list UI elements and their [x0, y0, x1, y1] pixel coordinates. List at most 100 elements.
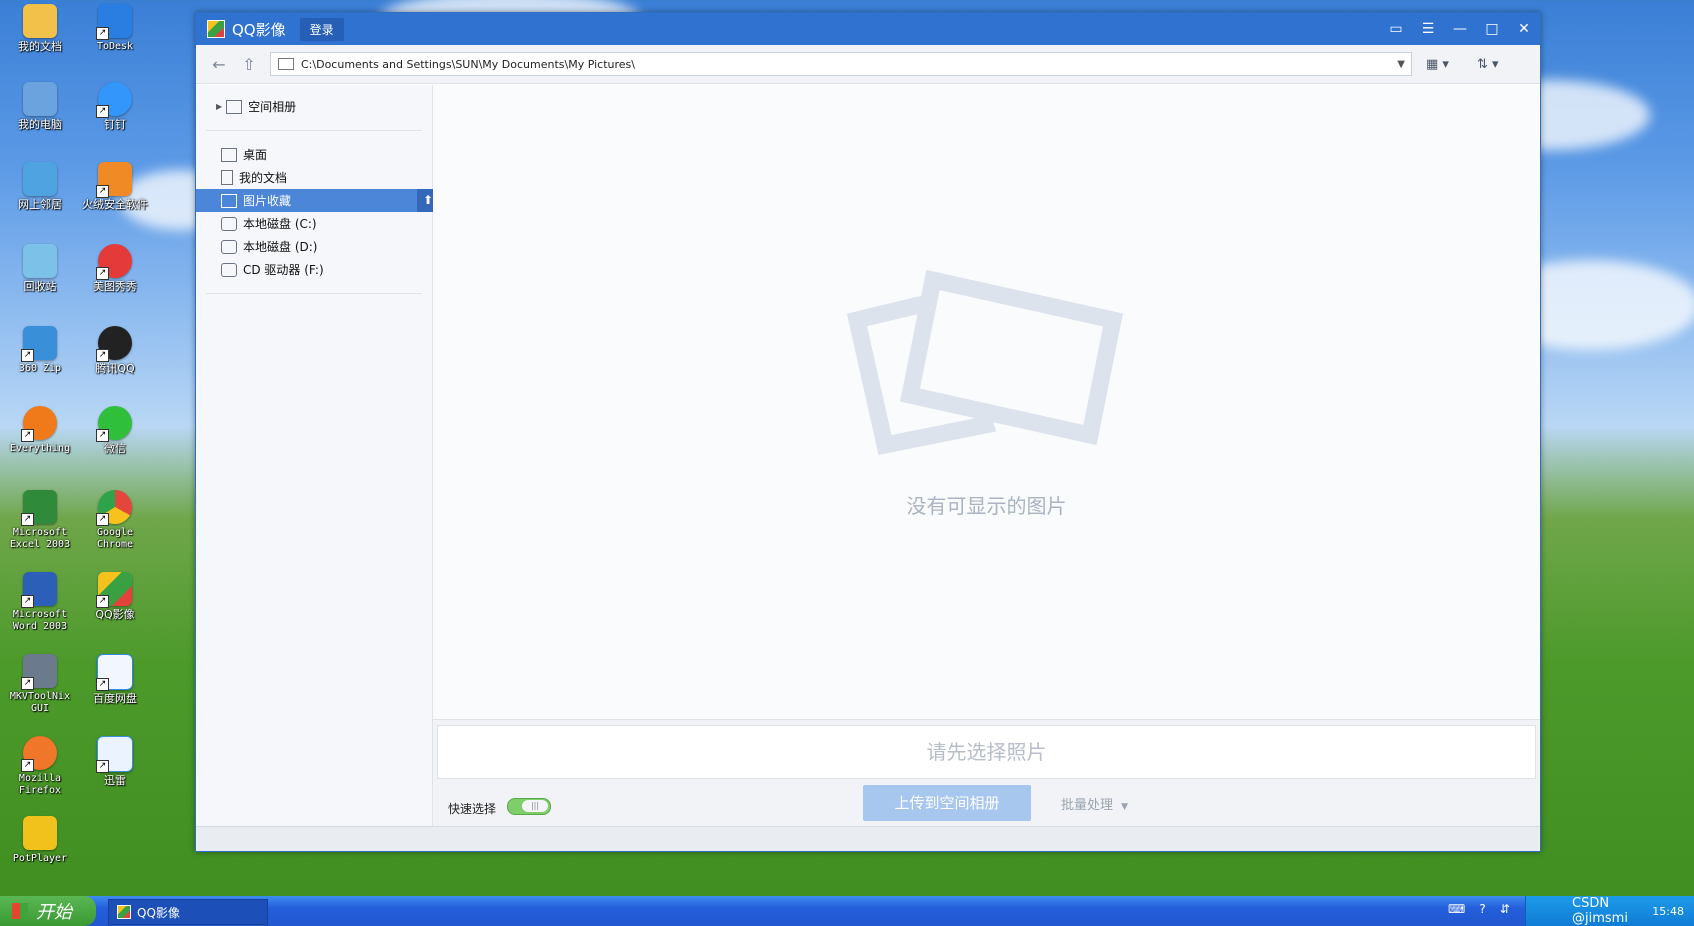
everything-icon: ↗: [21, 406, 57, 442]
qq-image-window: QQ影像 登录 ▭ ☰ — □ ✕ ← ⇧ C:\Documents and S…: [195, 12, 1541, 852]
picture-folder-icon: [278, 58, 294, 70]
desktop-icon-label: 微信: [104, 442, 126, 455]
desktop-icon-excel[interactable]: ↗ Microsoft Excel 2003: [2, 490, 78, 551]
desktop-icon-my-documents[interactable]: 我的文档: [2, 4, 78, 53]
navigation-toolbar: ← ⇧ C:\Documents and Settings\SUN\My Doc…: [196, 45, 1540, 84]
sidebar-item-album[interactable]: ▶ 空间相册: [196, 95, 432, 118]
back-arrow-icon[interactable]: ←: [204, 55, 234, 74]
batch-process-dropdown[interactable]: 批量处理 ▼: [1061, 794, 1128, 813]
desktop-icon-label: 美图秀秀: [93, 280, 137, 293]
dingtalk-icon: ↗: [96, 82, 132, 118]
close-icon[interactable]: ✕: [1508, 13, 1540, 45]
desktop-icon-huorong[interactable]: ↗ 火绒安全软件: [77, 162, 153, 211]
desktop-icon-label: 迅雷: [104, 774, 126, 787]
desktop-icon-label: 钉钉: [104, 118, 126, 131]
sort-icon[interactable]: ⇅ ▾: [1477, 57, 1499, 72]
qq-image-logo-icon: [117, 905, 131, 919]
wechat-icon: ↗: [96, 406, 132, 442]
desktop-icon-meitu[interactable]: ↗ 美图秀秀: [77, 244, 153, 293]
desktop-icon-qq[interactable]: ↗ 腾讯QQ: [77, 326, 153, 375]
sidebar-item-drive-c[interactable]: 本地磁盘 (C:): [196, 212, 432, 235]
sidebar-item-desktop[interactable]: 桌面: [196, 143, 432, 166]
desktop-icon-360zip[interactable]: ↗ 360 Zip: [2, 326, 78, 375]
qq-icon: ↗: [96, 326, 132, 362]
minimize-icon[interactable]: —: [1444, 13, 1476, 45]
sidebar-item-cd-drive[interactable]: CD 驱动器 (F:): [196, 258, 432, 281]
sidebar-item-my-pictures[interactable]: 图片收藏 ⬆: [196, 189, 439, 212]
drive-icon: [221, 216, 237, 231]
chevron-down-icon[interactable]: ▼: [1397, 59, 1405, 70]
login-button[interactable]: 登录: [299, 17, 344, 41]
desktop-icon-label: 360 Zip: [18, 363, 62, 374]
desktop-icon-potplayer[interactable]: PotPlayer: [2, 816, 78, 865]
start-label: 开始: [36, 902, 72, 923]
desktop-icon-network[interactable]: 网上邻居: [2, 162, 78, 211]
keyboard-icon[interactable]: ⌨: [1448, 902, 1465, 916]
desktop-icon-todesk[interactable]: ↗ ToDesk: [77, 4, 153, 53]
status-bar: [196, 826, 1540, 851]
expand-arrow-icon[interactable]: ▶: [216, 102, 222, 111]
desktop-icon-chrome[interactable]: ↗ Google Chrome: [77, 490, 153, 551]
desktop-icon-word[interactable]: ↗ Microsoft Word 2003: [2, 572, 78, 633]
sidebar-item-my-documents[interactable]: 我的文档: [196, 166, 432, 189]
feedback-icon[interactable]: ▭: [1380, 13, 1412, 45]
todesk-icon: ↗: [96, 4, 132, 40]
empty-state-text: 没有可显示的图片: [906, 494, 1067, 518]
sidebar-item-label: 图片收藏: [243, 194, 292, 208]
shortcut-arrow-icon: ↗: [21, 429, 34, 442]
shortcut-arrow-icon: ↗: [96, 349, 109, 362]
sidebar-divider: [206, 130, 422, 131]
empty-photos-icon: [846, 270, 1123, 455]
desktop-icon-everything[interactable]: ↗ Everything: [2, 406, 78, 455]
desktop-icon-label: PotPlayer: [12, 853, 68, 864]
maximize-icon[interactable]: □: [1476, 13, 1508, 45]
desktop-icon-baidu-netdisk[interactable]: ↗ 百度网盘: [77, 654, 153, 705]
watermark-text: CSDN @jimsmi: [1572, 896, 1628, 926]
cd-drive-icon: [221, 262, 237, 277]
shortcut-arrow-icon: ↗: [96, 513, 109, 526]
meitu-icon: ↗: [96, 244, 132, 280]
quick-select-toggle[interactable]: |||: [507, 798, 551, 815]
desktop-icon-label: 回收站: [23, 280, 57, 293]
network-tray-icon[interactable]: ⇵: [1500, 902, 1510, 916]
desktop-icon-wechat[interactable]: ↗ 微信: [77, 406, 153, 455]
firefox-icon: ↗: [21, 736, 57, 772]
start-button[interactable]: 开始: [0, 896, 96, 926]
help-icon[interactable]: ?: [1479, 902, 1485, 916]
chrome-icon: ↗: [96, 490, 132, 526]
clock[interactable]: 15:48: [1652, 905, 1684, 918]
menu-icon[interactable]: ☰: [1412, 13, 1444, 45]
desktop-icon-firefox[interactable]: ↗ Mozilla Firefox: [2, 736, 78, 797]
sidebar-item-label: 本地磁盘 (D:): [243, 240, 318, 254]
desktop-icon-recycle-bin[interactable]: 回收站: [2, 244, 78, 293]
desktop-icon-qq-image[interactable]: ↗ QQ影像: [77, 572, 153, 621]
desktop-icon-label: 腾讯QQ: [95, 362, 135, 375]
window-titlebar[interactable]: QQ影像 登录 ▭ ☰ — □ ✕: [196, 13, 1540, 45]
windows-logo-icon: [12, 903, 28, 919]
huorong-icon: ↗: [96, 162, 132, 198]
sidebar-item-drive-d[interactable]: 本地磁盘 (D:): [196, 235, 432, 258]
shortcut-arrow-icon: ↗: [96, 27, 109, 40]
desktop-icon-label: 网上邻居: [18, 198, 62, 211]
taskbar-item-qq-image[interactable]: QQ影像: [108, 899, 268, 925]
desktop-icon-mkvtoolnix[interactable]: ↗ MKVToolNix GUI: [2, 654, 78, 715]
sidebar-item-label: 本地磁盘 (C:): [243, 217, 317, 231]
sidebar-item-label: 我的文档: [239, 171, 288, 185]
up-folder-icon[interactable]: ⇧: [234, 55, 264, 74]
desktop-icon-dingtalk[interactable]: ↗ 钉钉: [77, 82, 153, 131]
desktop-icon-my-computer[interactable]: 我的电脑: [2, 82, 78, 131]
sidebar-item-label: 空间相册: [248, 100, 297, 114]
desktop-icon-label: 我的电脑: [18, 118, 62, 131]
potplayer-icon: [23, 816, 57, 850]
shortcut-arrow-icon: ↗: [96, 267, 109, 280]
desktop-icon-xunlei[interactable]: ↗ 迅雷: [77, 736, 153, 787]
action-panel: 请先选择照片 快速选择 ||| 上传到空间相册 批量处理 ▼: [433, 719, 1540, 827]
upload-to-album-button[interactable]: 上传到空间相册: [863, 785, 1031, 821]
view-mode-icon[interactable]: ▦ ▾: [1426, 57, 1449, 72]
photo-area: 没有可显示的图片 请先选择照片 快速选择 ||| 上传到空间相册 批量处理 ▼: [433, 85, 1540, 827]
taskbar: 开始 QQ影像 ⌨ ? ⇵ CSDN @jimsmi 15:48: [0, 896, 1694, 926]
path-input[interactable]: C:\Documents and Settings\SUN\My Documen…: [270, 52, 1412, 76]
desktop-icon-label: Mozilla Firefox: [18, 773, 62, 796]
desktop-icon-label: MKVToolNix GUI: [9, 691, 71, 714]
sidebar-item-label: 桌面: [243, 148, 268, 162]
